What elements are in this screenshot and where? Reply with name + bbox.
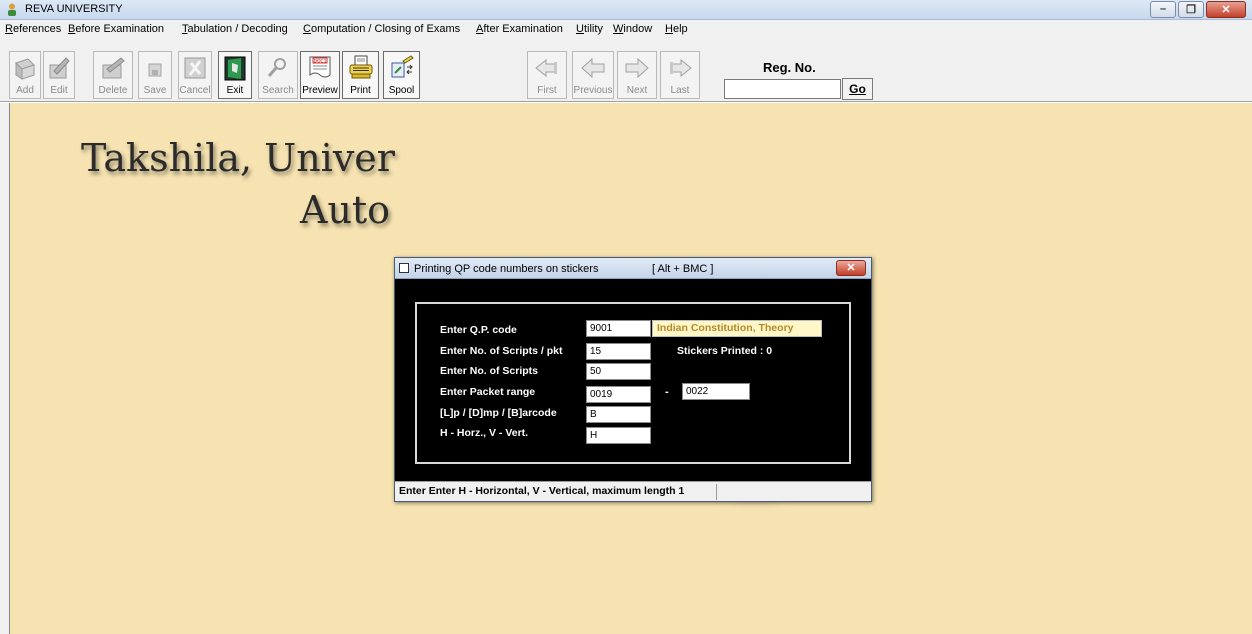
go-button[interactable]: Go: [842, 78, 873, 100]
last-arrow-icon: [670, 58, 692, 78]
edit-button[interactable]: Edit: [43, 51, 75, 99]
first-arrow-icon: [535, 58, 557, 78]
status-message: Enter Enter H - Horizontal, V - Vertical…: [399, 485, 685, 497]
stickers-printed-count: Stickers Printed : 0: [677, 345, 773, 357]
packet-range-separator: -: [665, 386, 669, 398]
last-label: Last: [670, 85, 690, 96]
orientation-input[interactable]: H: [586, 427, 651, 444]
title-bar: REVA UNIVERSITY – ❐ ✕: [0, 0, 1252, 20]
next-arrow-icon: [625, 57, 649, 79]
background-title-line1: Takshila, Univer: [81, 136, 395, 180]
background-title-line2: Auto: [300, 188, 391, 232]
app-person-icon: [8, 3, 16, 16]
exit-label: Exit: [226, 85, 244, 96]
menu-references[interactable]: References: [5, 23, 61, 35]
menu-help[interactable]: Help: [665, 23, 688, 35]
restore-icon: ❐: [1186, 4, 1196, 16]
exit-button[interactable]: Exit: [218, 51, 252, 99]
first-button[interactable]: First: [527, 51, 567, 99]
preview-button[interactable]: DOC1 Preview: [300, 51, 340, 99]
dialog-shortcut: [ Alt + BMC ]: [652, 263, 714, 275]
reg-no-label: Reg. No.: [763, 60, 816, 75]
add-icon: [15, 58, 35, 80]
cancel-button[interactable]: Cancel: [178, 51, 212, 99]
dialog-window-icon: [399, 263, 409, 273]
printer-icon: [349, 55, 372, 79]
spool-label: Spool: [388, 85, 415, 96]
packet-from-input[interactable]: 0019: [586, 386, 651, 403]
scripts-per-pkt-input[interactable]: 15: [586, 343, 651, 360]
delete-label: Delete: [98, 85, 128, 96]
close-icon: ✕: [1221, 4, 1231, 16]
lp-dmp-barcode-input[interactable]: B: [586, 406, 651, 423]
menu-bar: References Before Examination Tabulation…: [0, 20, 1252, 38]
menu-before-examination[interactable]: Before Examination: [68, 23, 164, 35]
dialog-title: Printing QP code numbers on stickers: [414, 263, 599, 275]
last-button[interactable]: Last: [660, 51, 700, 99]
menu-tabulation-decoding[interactable]: Tabulation / Decoding: [182, 23, 288, 35]
edit-label: Edit: [50, 85, 68, 96]
next-button[interactable]: Next: [617, 51, 657, 99]
preview-label: Preview: [302, 85, 338, 96]
dialog-status-bar: Enter Enter H - Horizontal, V - Vertical…: [395, 481, 871, 501]
minimize-button[interactable]: –: [1150, 1, 1176, 18]
orientation-label: H - Horz., V - Vert.: [440, 427, 529, 439]
print-button[interactable]: Print: [342, 51, 379, 99]
edit-icon: [49, 57, 70, 79]
save-label: Save: [143, 85, 167, 96]
save-button[interactable]: Save: [138, 51, 172, 99]
save-icon: [148, 63, 162, 77]
search-button[interactable]: Search: [258, 51, 298, 99]
cancel-label: Cancel: [179, 85, 211, 96]
exit-door-icon: [224, 56, 246, 81]
left-frame-edge: [0, 103, 10, 634]
cancel-icon: [184, 57, 206, 79]
next-label: Next: [626, 85, 648, 96]
add-label: Add: [16, 85, 34, 96]
search-label: Search: [262, 85, 294, 96]
restore-button[interactable]: ❐: [1178, 1, 1204, 18]
print-label: Print: [350, 85, 371, 96]
spool-button[interactable]: Spool: [383, 51, 420, 99]
minimize-icon: –: [1159, 3, 1167, 15]
qp-code-input[interactable]: 9001: [586, 320, 651, 337]
search-icon: [267, 58, 286, 77]
menu-computation-closing[interactable]: Computation / Closing of Exams: [303, 23, 460, 35]
add-button[interactable]: Add: [9, 51, 41, 99]
qp-description: Indian Constitution, Theory: [652, 320, 822, 337]
dialog-title-bar[interactable]: Printing QP code numbers on stickers [ A…: [395, 258, 871, 279]
packet-to-input[interactable]: 0022: [682, 383, 750, 400]
delete-icon: [102, 57, 125, 79]
qp-sticker-dialog: Printing QP code numbers on stickers [ A…: [394, 257, 872, 502]
scripts-label: Enter No. of Scripts: [440, 365, 539, 377]
svg-text:DOC1: DOC1: [313, 58, 326, 64]
status-panel: [716, 484, 871, 500]
lp-dmp-barcode-label: [L]p / [D]mp / [B]arcode: [440, 407, 557, 419]
previous-arrow-icon: [581, 57, 605, 79]
menu-utility[interactable]: Utility: [576, 23, 603, 35]
delete-button[interactable]: Delete: [93, 51, 133, 99]
scripts-input[interactable]: 50: [586, 363, 651, 380]
window-title: REVA UNIVERSITY: [25, 3, 123, 15]
go-label: Go: [849, 82, 866, 96]
previous-button[interactable]: Previous: [572, 51, 614, 99]
reg-no-input[interactable]: [724, 79, 841, 99]
qp-code-label: Enter Q.P. code: [440, 324, 517, 336]
spool-icon: [391, 55, 414, 78]
close-button[interactable]: ✕: [1206, 1, 1246, 18]
toolbar: Add Edit Delete Save Cancel Exit Search …: [0, 38, 1252, 102]
previous-label: Previous: [573, 85, 613, 96]
menu-window[interactable]: Window: [613, 23, 652, 35]
menu-after-examination[interactable]: After Examination: [476, 23, 563, 35]
first-label: First: [537, 85, 557, 96]
packet-range-label: Enter Packet range: [440, 386, 536, 398]
scripts-per-pkt-label: Enter No. of Scripts / pkt: [440, 345, 563, 357]
close-icon: ✕: [846, 262, 856, 274]
dialog-close-button[interactable]: ✕: [836, 260, 866, 276]
preview-doc-icon: DOC1: [309, 56, 331, 78]
